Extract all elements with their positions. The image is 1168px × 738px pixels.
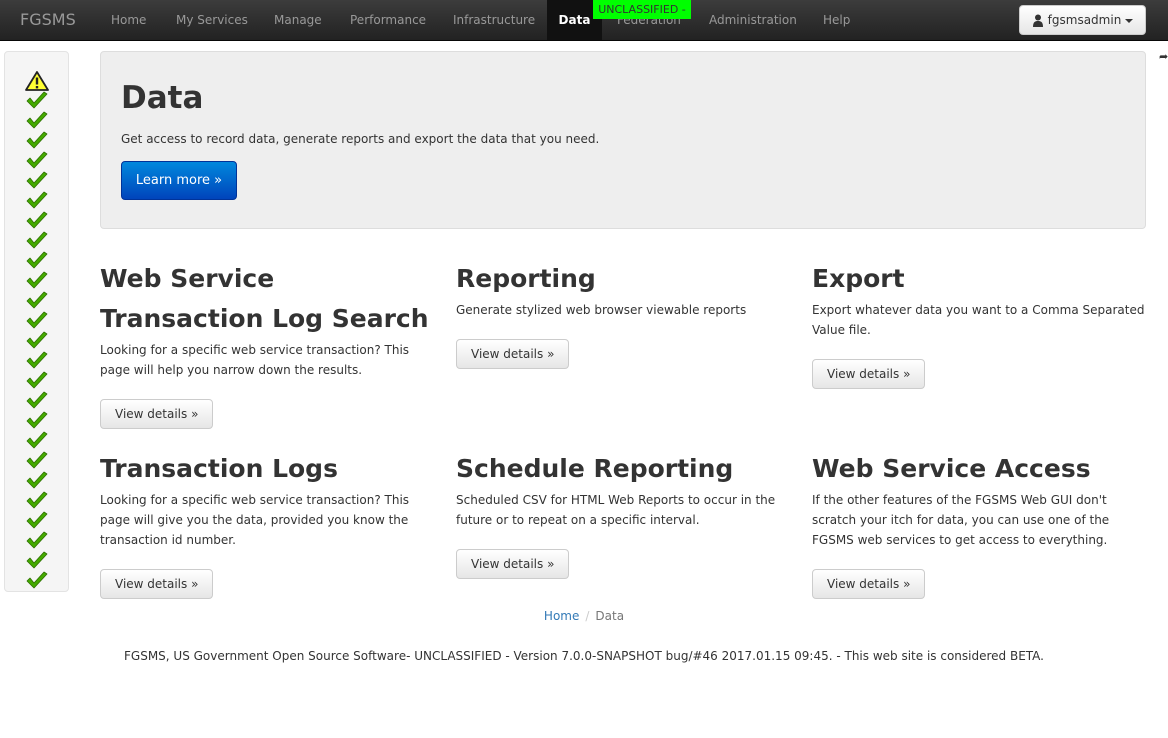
feature-text: Export whatever data you want to a Comma… xyxy=(812,303,1145,337)
view-details-transaction-logs-button[interactable]: View details » xyxy=(100,569,214,599)
check-icon[interactable] xyxy=(25,131,49,151)
check-icon[interactable] xyxy=(25,531,49,551)
status-sidebar xyxy=(4,51,69,592)
page-description: Get access to record data, generate repo… xyxy=(121,132,600,146)
feature-title: Transaction Logs xyxy=(100,454,338,483)
feature-text: Looking for a specific web service trans… xyxy=(100,493,410,547)
view-details-export-button[interactable]: View details » xyxy=(812,359,926,389)
learn-more-button[interactable]: Learn more » xyxy=(121,161,237,200)
feature-text: Looking for a specific web service trans… xyxy=(100,343,410,377)
nav-help[interactable]: Help xyxy=(823,0,850,40)
feature-title: Web Service Access xyxy=(812,454,1091,483)
check-icon[interactable] xyxy=(25,291,49,311)
check-icon[interactable] xyxy=(25,171,49,191)
view-details-log-search-button[interactable]: View details » xyxy=(100,399,214,429)
feature-title: Export xyxy=(812,264,905,293)
jumbotron: Data Get access to record data, generate… xyxy=(100,51,1146,229)
user-menu-label: fgsmsadmin xyxy=(1047,13,1122,27)
feature-log-search: Web Service Transaction Log Search Looki… xyxy=(100,259,434,380)
feature-transaction-logs: Transaction Logs Looking for a specific … xyxy=(100,449,434,550)
check-icon[interactable] xyxy=(25,431,49,451)
footer-text: FGSMS, US Government Open Source Softwar… xyxy=(124,649,1044,663)
check-icon[interactable] xyxy=(25,91,49,111)
check-icon[interactable] xyxy=(25,151,49,171)
breadcrumb: Home / Data xyxy=(0,609,1168,623)
nav-performance[interactable]: Performance xyxy=(350,0,426,40)
classification-banner: UNCLASSIFIED - xyxy=(593,0,691,19)
breadcrumb-current: Data xyxy=(595,609,625,623)
feature-title: Schedule Reporting xyxy=(456,454,734,483)
user-icon xyxy=(1032,14,1043,27)
check-icon[interactable] xyxy=(25,211,49,231)
check-icon[interactable] xyxy=(25,351,49,371)
check-icon[interactable] xyxy=(25,251,49,271)
check-icon[interactable] xyxy=(25,551,49,571)
check-icon[interactable] xyxy=(25,311,49,331)
feature-text: Scheduled CSV for HTML Web Reports to oc… xyxy=(456,493,776,527)
check-icon[interactable] xyxy=(25,331,49,351)
feature-reporting: Reporting Generate stylized web browser … xyxy=(456,259,790,320)
nav-administration[interactable]: Administration xyxy=(709,0,797,40)
breadcrumb-home-link[interactable]: Home xyxy=(544,609,579,623)
caret-down-icon xyxy=(1125,18,1134,23)
check-icon[interactable] xyxy=(25,571,49,591)
check-icon[interactable] xyxy=(25,511,49,531)
share-arrow-icon[interactable]: ➦ xyxy=(1159,50,1168,63)
check-icon[interactable] xyxy=(25,411,49,431)
view-details-schedule-reporting-button[interactable]: View details » xyxy=(456,549,570,579)
feature-title: Web Service Transaction Log Search xyxy=(100,264,429,333)
page-title: Data xyxy=(121,80,204,116)
view-details-reporting-button[interactable]: View details » xyxy=(456,339,570,369)
check-icon[interactable] xyxy=(25,111,49,131)
feature-web-service-access: Web Service Access If the other features… xyxy=(812,449,1146,550)
nav-infrastructure[interactable]: Infrastructure xyxy=(453,0,535,40)
feature-text: If the other features of the FGSMS Web G… xyxy=(812,493,1110,547)
check-icon[interactable] xyxy=(25,471,49,491)
check-icon[interactable] xyxy=(25,391,49,411)
nav-home[interactable]: Home xyxy=(111,0,146,40)
check-icon[interactable] xyxy=(25,491,49,511)
check-icon[interactable] xyxy=(25,371,49,391)
user-menu-button[interactable]: fgsmsadmin xyxy=(1019,5,1146,35)
feature-schedule-reporting: Schedule Reporting Scheduled CSV for HTM… xyxy=(456,449,790,530)
top-navbar: FGSMS Home My Services Manage Performanc… xyxy=(0,0,1168,41)
warning-icon[interactable] xyxy=(25,71,49,91)
check-icon[interactable] xyxy=(25,191,49,211)
feature-title: Reporting xyxy=(456,264,596,293)
nav-manage[interactable]: Manage xyxy=(274,0,322,40)
view-details-web-service-access-button[interactable]: View details » xyxy=(812,569,926,599)
breadcrumb-separator: / xyxy=(585,609,590,623)
check-icon[interactable] xyxy=(25,271,49,291)
check-icon[interactable] xyxy=(25,451,49,471)
check-icon[interactable] xyxy=(25,231,49,251)
feature-text: Generate stylized web browser viewable r… xyxy=(456,303,747,317)
brand-logo[interactable]: FGSMS xyxy=(20,0,76,40)
feature-export: Export Export whatever data you want to … xyxy=(812,259,1146,340)
nav-my-services[interactable]: My Services xyxy=(176,0,248,40)
